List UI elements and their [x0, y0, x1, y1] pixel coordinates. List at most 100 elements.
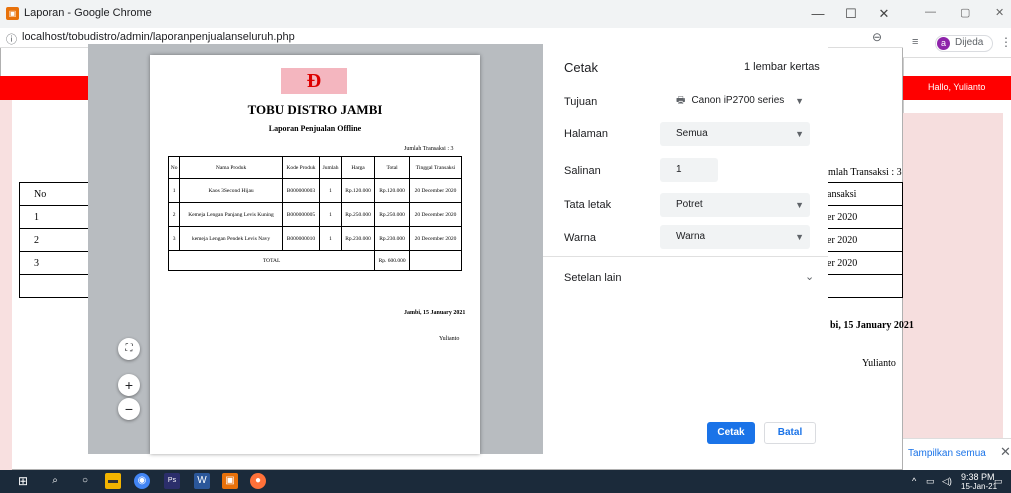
- minimize-button[interactable]: —: [808, 6, 828, 21]
- zoom-icon[interactable]: ⊖: [872, 30, 882, 44]
- table-cell: 2: [167, 202, 181, 227]
- column-header: Harga: [340, 156, 376, 179]
- photoshop-icon[interactable]: Ps: [164, 473, 180, 489]
- table-cell: 1: [19, 205, 90, 229]
- pages-label: Halaman: [564, 128, 609, 140]
- file-explorer-icon[interactable]: ▬: [105, 473, 121, 489]
- table-cell: 3: [167, 226, 181, 251]
- fit-to-page-icon[interactable]: ⛶: [118, 338, 140, 360]
- reading-list-icon[interactable]: ≡: [912, 36, 918, 48]
- table-cell: kemeja Lengan Pendek Levis Navy: [179, 226, 283, 251]
- color-label: Warna: [564, 232, 596, 244]
- clock-time[interactable]: 9:38 PM: [961, 472, 995, 482]
- layout-select[interactable]: Potret ▼: [660, 193, 810, 217]
- url-text[interactable]: localhost/tobudistro/admin/laporanpenjua…: [22, 31, 295, 43]
- taskbar: [0, 470, 1011, 493]
- behind-signer: Yulianto: [862, 358, 896, 369]
- page-sidebar-strip: [0, 100, 12, 470]
- divider: [543, 256, 828, 257]
- copies-input[interactable]: 1: [660, 158, 718, 182]
- word-icon[interactable]: W: [194, 473, 210, 489]
- table-cell: [822, 274, 903, 298]
- destination-select[interactable]: 🖶 Canon iP2700 series ▼: [660, 89, 810, 113]
- bg-close-button[interactable]: ✕: [995, 6, 1004, 19]
- destination-value: Canon iP2700 series: [691, 95, 785, 106]
- color-select[interactable]: Warna ▼: [660, 225, 810, 249]
- report-place-date: Jambi, 15 January 2021: [404, 310, 466, 316]
- cancel-button[interactable]: Batal: [764, 422, 816, 444]
- total-value: Rp. 600.000: [374, 250, 410, 271]
- table-cell: er 2020: [822, 228, 903, 252]
- table-cell: 1: [319, 226, 342, 251]
- table-cell: 20 December 2020: [408, 202, 463, 227]
- volume-icon[interactable]: ◁): [942, 476, 952, 487]
- background-titlebar: — ▢ ✕: [903, 0, 1011, 28]
- zoom-out-icon[interactable]: −: [118, 398, 140, 420]
- table-row: 2 Kemeja Lengan Panjang Levis Kuning B00…: [167, 202, 463, 227]
- pages-select[interactable]: Semua ▼: [660, 122, 810, 146]
- column-header: Jumlah: [319, 156, 342, 179]
- tray-chevron-icon[interactable]: ^: [912, 476, 916, 486]
- layout-label: Tata letak: [564, 199, 612, 211]
- app-icon: ▣: [6, 7, 19, 20]
- destination-label: Tujuan: [564, 96, 598, 108]
- info-icon[interactable]: ⓘ: [6, 31, 17, 47]
- behind-right-table: ansaksi er 2020 er 2020 er 2020: [822, 182, 903, 298]
- report-total-transactions: Jumlah Transaksi : 3: [404, 146, 454, 152]
- table-cell: B000000010: [281, 226, 321, 251]
- greeting-text[interactable]: Hallo, Yulianto: [928, 82, 985, 92]
- table-cell: Kaos 3Second Hijau: [179, 178, 283, 203]
- table-cell: 1: [319, 178, 342, 203]
- table-cell: Rp.230.000: [374, 226, 410, 251]
- column-header: Tinggal Transaksi: [408, 156, 463, 179]
- table-row: 3 kemeja Lengan Pendek Levis Navy B00000…: [167, 226, 463, 251]
- more-menu-icon[interactable]: ⋮: [1000, 35, 1011, 49]
- total-row: TOTAL Rp. 600.000: [167, 250, 463, 271]
- more-settings-toggle[interactable]: Setelan lain: [564, 272, 622, 284]
- clock-date[interactable]: 15-Jan-21: [961, 482, 997, 491]
- color-value: Warna: [676, 231, 706, 242]
- table-cell: Rp.250.000: [340, 202, 376, 227]
- table-cell: 3: [19, 251, 90, 275]
- copies-label: Salinan: [564, 165, 601, 177]
- show-all-downloads-link[interactable]: Tampilkan semua: [908, 448, 986, 459]
- report-signer: Yulianto: [439, 336, 460, 342]
- table-cell: 1: [319, 202, 342, 227]
- windows-start-icon[interactable]: ⊞: [15, 473, 31, 489]
- app-icon-orange[interactable]: ▣: [222, 473, 238, 489]
- firefox-icon[interactable]: ●: [250, 473, 266, 489]
- notification-icon[interactable]: ▭: [994, 476, 1003, 487]
- profile-avatar: a: [937, 37, 950, 50]
- bg-minimize-button[interactable]: —: [925, 6, 936, 18]
- table-row: 1 Kaos 3Second Hijau B000000003 1 Rp.120…: [167, 178, 463, 203]
- chevron-down-icon: ▼: [795, 200, 804, 210]
- table-cell: [408, 250, 463, 271]
- expand-chevron-icon[interactable]: ⌄: [805, 270, 814, 283]
- table-cell: 20 December 2020: [408, 178, 463, 203]
- close-button[interactable]: ✕: [874, 6, 894, 22]
- zoom-in-icon[interactable]: +: [118, 374, 140, 396]
- table-cell: 20 December 2020: [408, 226, 463, 251]
- print-button[interactable]: Cetak: [707, 422, 755, 444]
- report-table: No Nama Produk Kode Produk Jumlah Harga …: [167, 156, 463, 271]
- bg-maximize-button[interactable]: ▢: [960, 6, 970, 19]
- behind-date: bi, 15 January 2021: [830, 320, 914, 331]
- table-header-cell: No: [19, 182, 90, 206]
- table-cell: er 2020: [822, 251, 903, 275]
- table-cell: 1: [167, 178, 181, 203]
- store-logo: Ð: [281, 68, 347, 94]
- column-header: Nama Produk: [179, 156, 283, 179]
- table-cell: [19, 274, 90, 298]
- search-icon[interactable]: ⌕: [47, 473, 63, 489]
- table-cell: er 2020: [822, 205, 903, 229]
- table-cell: 2: [19, 228, 90, 252]
- close-downloads-icon[interactable]: ✕: [1000, 444, 1011, 460]
- table-cell: Kemeja Lengan Panjang Levis Kuning: [179, 202, 283, 227]
- column-header: No: [167, 156, 181, 179]
- task-view-icon[interactable]: ○: [77, 473, 93, 489]
- maximize-button[interactable]: ☐: [841, 6, 861, 22]
- report-subtitle: Laporan Penjualan Offline: [268, 124, 362, 133]
- chrome-icon[interactable]: ◉: [134, 473, 150, 489]
- bg-content-panel: [903, 113, 1003, 438]
- network-icon[interactable]: ▭: [926, 476, 935, 487]
